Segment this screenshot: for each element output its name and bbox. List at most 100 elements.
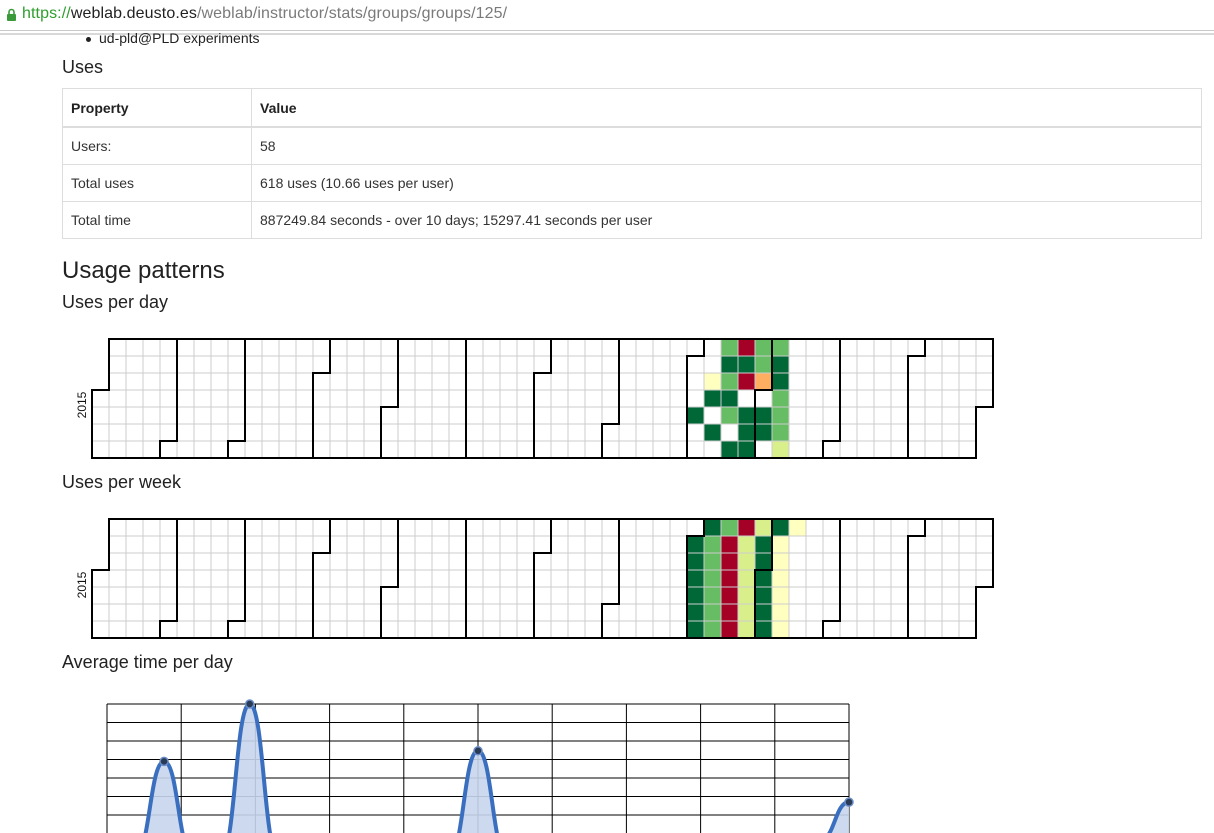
- day-cell: [822, 552, 841, 571]
- day-cell: [499, 603, 518, 622]
- day-cell: [261, 535, 280, 554]
- row-value: 58: [251, 126, 1202, 165]
- day-cell: [397, 440, 416, 459]
- day-cell: [244, 603, 263, 622]
- day-cell: [329, 603, 348, 622]
- day-cell: [363, 518, 382, 537]
- day-cell: [499, 620, 518, 639]
- day-cell: [839, 620, 858, 639]
- url-protocol: https://: [22, 5, 71, 22]
- day-cell: [295, 389, 314, 408]
- day-cell: [822, 440, 841, 459]
- day-cell: [499, 440, 518, 459]
- day-cell: [261, 569, 280, 588]
- day-cell: [533, 518, 552, 537]
- usage-patterns-title: Usage patterns: [62, 257, 225, 284]
- bullet-dot: [86, 36, 91, 42]
- day-cell: [584, 535, 603, 554]
- uses-title: Uses: [62, 57, 104, 77]
- day-cell: [380, 535, 399, 554]
- day-cell: [261, 423, 280, 442]
- day-cell: [244, 423, 263, 442]
- day-cell: [907, 372, 926, 391]
- day-cell: [193, 423, 212, 442]
- day-cell: [142, 372, 161, 391]
- day-cell: [873, 372, 892, 391]
- day-cell: [414, 620, 433, 639]
- activity-cell: [737, 535, 756, 554]
- day-cell: [805, 620, 824, 639]
- day-cell: [329, 440, 348, 459]
- day-cell: [278, 440, 297, 459]
- day-cell: [244, 338, 263, 357]
- day-cell: [567, 423, 586, 442]
- day-cell: [125, 406, 144, 425]
- activity-cell: [737, 338, 756, 357]
- day-cell: [465, 518, 484, 537]
- day-cell: [244, 535, 263, 554]
- day-cell: [125, 355, 144, 374]
- day-cell: [346, 338, 365, 357]
- day-cell: [176, 620, 195, 639]
- day-cell: [652, 603, 671, 622]
- day-cell: [363, 440, 382, 459]
- uses-table: Property Value Users: 58 Total uses 618 …: [62, 88, 1202, 239]
- browser-url-bar[interactable]: https://weblab.deusto.es/weblab/instruct…: [0, 0, 1214, 31]
- day-cell: [312, 406, 331, 425]
- uses-per-week-title: Uses per week: [62, 472, 182, 492]
- day-cell: [618, 552, 637, 571]
- day-cell: [176, 423, 195, 442]
- day-cell: [363, 620, 382, 639]
- day-cell: [584, 440, 603, 459]
- activity-cell: [754, 603, 773, 622]
- activity-cell: [771, 355, 790, 374]
- day-cell: [278, 603, 297, 622]
- day-cell: [227, 569, 246, 588]
- data-point: [159, 756, 169, 767]
- activity-cell: [686, 586, 705, 605]
- day-cell: [346, 586, 365, 605]
- activity-cell: [703, 372, 722, 391]
- day-cell: [652, 389, 671, 408]
- day-cell: [346, 620, 365, 639]
- day-cell: [448, 338, 467, 357]
- day-cell: [193, 603, 212, 622]
- day-cell: [516, 423, 535, 442]
- day-cell: [261, 603, 280, 622]
- day-cell: [159, 338, 178, 357]
- day-cell: [669, 518, 688, 537]
- day-cell: [822, 603, 841, 622]
- day-cell: [975, 552, 994, 571]
- day-cell: [261, 586, 280, 605]
- day-cell: [227, 423, 246, 442]
- day-cell: [108, 423, 127, 442]
- day-cell: [516, 586, 535, 605]
- day-cell: [856, 423, 875, 442]
- day-cell: [397, 372, 416, 391]
- activity-cell: [754, 569, 773, 588]
- day-cell: [890, 355, 909, 374]
- day-cell: [261, 338, 280, 357]
- day-cell: [312, 440, 331, 459]
- day-cell: [805, 603, 824, 622]
- day-cell: [788, 423, 807, 442]
- day-cell: [618, 406, 637, 425]
- day-cell: [193, 440, 212, 459]
- day-cell: [567, 518, 586, 537]
- day-cell: [244, 620, 263, 639]
- day-cell: [958, 389, 977, 408]
- day-cell: [958, 372, 977, 391]
- day-cell: [499, 552, 518, 571]
- day-cell: [890, 518, 909, 537]
- day-cell: [227, 338, 246, 357]
- day-cell: [788, 372, 807, 391]
- day-cell: [669, 355, 688, 374]
- activity-cell: [771, 406, 790, 425]
- day-cell: [414, 535, 433, 554]
- day-cell: [975, 569, 994, 588]
- day-cell: [448, 355, 467, 374]
- day-cell: [278, 586, 297, 605]
- url-text[interactable]: https://weblab.deusto.es/weblab/instruct…: [22, 5, 507, 23]
- day-cell: [380, 569, 399, 588]
- activity-cell: [771, 389, 790, 408]
